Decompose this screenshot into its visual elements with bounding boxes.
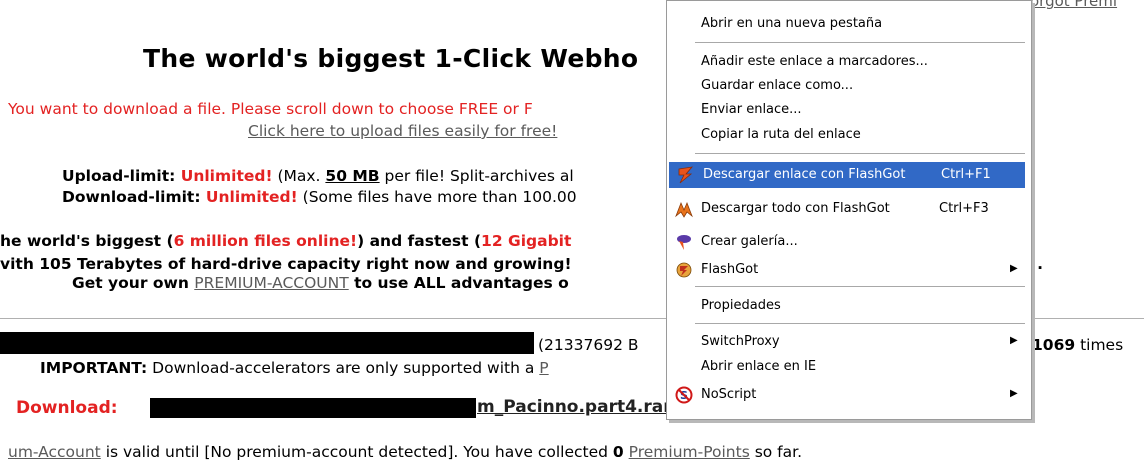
- menu-separator: [695, 153, 1025, 154]
- important-label: IMPORTANT:: [40, 359, 148, 377]
- download-count: 1069 times: [1032, 336, 1123, 354]
- menu-item-label: Abrir enlace en IE: [701, 359, 817, 374]
- premium-link-fragment[interactable]: P: [539, 359, 548, 377]
- menu-item-shortcut: Ctrl+F3: [939, 201, 989, 216]
- menu-item-flashgot-download-all[interactable]: Descargar todo con FlashGot Ctrl+F3: [667, 196, 1027, 222]
- menu-item-label: Propiedades: [701, 298, 781, 313]
- premium-text2: to use ALL advantages o: [348, 274, 569, 292]
- menu-item-label: FlashGot: [701, 262, 759, 277]
- menu-item-open-in-ie[interactable]: Abrir enlace en IE: [667, 354, 1027, 380]
- important-line: IMPORTANT: Download-accelerators are onl…: [40, 359, 549, 377]
- menu-separator: [695, 286, 1025, 287]
- file-size: (21337692 B: [538, 336, 639, 354]
- redacted-download-link[interactable]: [150, 398, 476, 418]
- upload-limit-line: Upload-limit: Unlimited! (Max. 50 MB per…: [62, 167, 574, 185]
- menu-item-open-new-tab[interactable]: Abrir en una nueva pestaña: [667, 11, 1027, 37]
- submenu-arrow-icon: ▶: [1010, 388, 1018, 399]
- account-line: um-Account is valid until [No premium-ac…: [8, 443, 802, 461]
- download-count-label: times: [1075, 336, 1124, 354]
- menu-item-shortcut: Ctrl+F1: [941, 167, 991, 182]
- premium-points-link[interactable]: Premium-Points: [629, 443, 750, 461]
- account-text1: is valid until [No premium-account detec…: [100, 443, 613, 461]
- premium-line: Get your own PREMIUM-ACCOUNT to use ALL …: [72, 274, 569, 292]
- menu-separator: [695, 42, 1025, 43]
- menu-item-save-link-as[interactable]: Guardar enlace como...: [667, 73, 1027, 99]
- menu-item-label: Añadir este enlace a marcadores...: [701, 54, 928, 69]
- flashgot-bolt-icon: [677, 166, 695, 184]
- download-label: Download:: [16, 398, 118, 418]
- menu-item-label: Copiar la ruta del enlace: [701, 127, 861, 142]
- download-count-number: 1069: [1032, 336, 1076, 354]
- menu-item-label: NoScript: [701, 387, 757, 402]
- upload-link[interactable]: Click here to upload files easily for fr…: [248, 122, 557, 140]
- menu-item-bookmark-link[interactable]: Añadir este enlace a marcadores...: [667, 49, 1027, 75]
- biggest-text2: ) and fastest (: [357, 232, 482, 250]
- menu-item-properties[interactable]: Propiedades: [667, 293, 1027, 319]
- submenu-arrow-icon: ▶: [1010, 335, 1018, 346]
- account-text3: so far.: [749, 443, 803, 461]
- download-limit-line: Download-limit: Unlimited! (Some files h…: [62, 188, 577, 206]
- premium-account-link-2[interactable]: um-Account: [8, 443, 101, 461]
- menu-item-create-gallery[interactable]: Crear galería...: [667, 229, 1027, 255]
- premium-points-value: 0: [612, 443, 624, 461]
- premium-account-link[interactable]: PREMIUM-ACCOUNT: [194, 274, 348, 292]
- biggest-line: he world's biggest (6 million files onli…: [0, 232, 571, 250]
- submenu-arrow-icon: ▶: [1010, 263, 1018, 274]
- download-limit-value: Unlimited!: [205, 188, 298, 206]
- menu-item-switchproxy[interactable]: SwitchProxy ▶: [667, 329, 1027, 355]
- download-filename-fragment[interactable]: m_Pacinno.part4.rar: [477, 397, 672, 417]
- menu-item-label: Crear galería...: [701, 234, 798, 249]
- menu-item-flashgot-download-link[interactable]: Descargar enlace con FlashGot Ctrl+F1: [669, 162, 1025, 188]
- capacity-line: vith 105 Terabytes of hard-drive capacit…: [0, 255, 572, 273]
- files-online: 6 million files online!: [173, 232, 358, 250]
- menu-item-noscript[interactable]: S NoScript ▶: [667, 382, 1027, 408]
- gigabit-value: 12 Gigabit: [481, 232, 572, 250]
- menu-item-label: SwitchProxy: [701, 334, 780, 349]
- upload-limit-text2: per file! Split-archives al: [379, 167, 574, 185]
- context-menu: Abrir en una nueva pestaña Añadir este e…: [666, 0, 1032, 420]
- menu-item-flashgot-submenu[interactable]: FlashGot ▶: [667, 257, 1027, 283]
- flashgot-all-icon: [675, 200, 693, 218]
- upload-limit-text1: (Max.: [272, 167, 326, 185]
- menu-item-label: Enviar enlace...: [701, 102, 802, 117]
- menu-item-send-link[interactable]: Enviar enlace...: [667, 97, 1027, 123]
- biggest-text1: he world's biggest (: [0, 232, 174, 250]
- top-right-fragment[interactable]: orgot Premi: [1030, 0, 1117, 10]
- menu-item-label: Guardar enlace como...: [701, 78, 854, 93]
- flashgot-submenu-icon: [675, 261, 693, 279]
- important-text: Download-accelerators are only supported…: [147, 359, 540, 377]
- menu-separator: [695, 323, 1025, 324]
- redacted-filename-bar: [0, 332, 534, 354]
- download-limit-label: Download-limit:: [62, 188, 206, 206]
- menu-item-label: Descargar todo con FlashGot: [701, 201, 890, 216]
- menu-item-label: Abrir en una nueva pestaña: [701, 16, 883, 31]
- noscript-icon: S: [675, 386, 693, 404]
- menu-item-copy-link-location[interactable]: Copiar la ruta del enlace: [667, 122, 1027, 148]
- menu-item-label: Descargar enlace con FlashGot: [703, 167, 906, 182]
- gallery-icon: [675, 233, 693, 251]
- premium-text1: Get your own: [72, 274, 195, 292]
- upload-limit-label: Upload-limit:: [62, 167, 181, 185]
- upload-max-size: 50 MB: [325, 167, 380, 185]
- download-limit-text: (Some files have more than 100.00: [297, 188, 577, 206]
- page-title: The world's biggest 1-Click Webho: [143, 44, 639, 73]
- upload-limit-value: Unlimited!: [180, 167, 273, 185]
- download-notice: You want to download a file. Please scro…: [8, 100, 533, 118]
